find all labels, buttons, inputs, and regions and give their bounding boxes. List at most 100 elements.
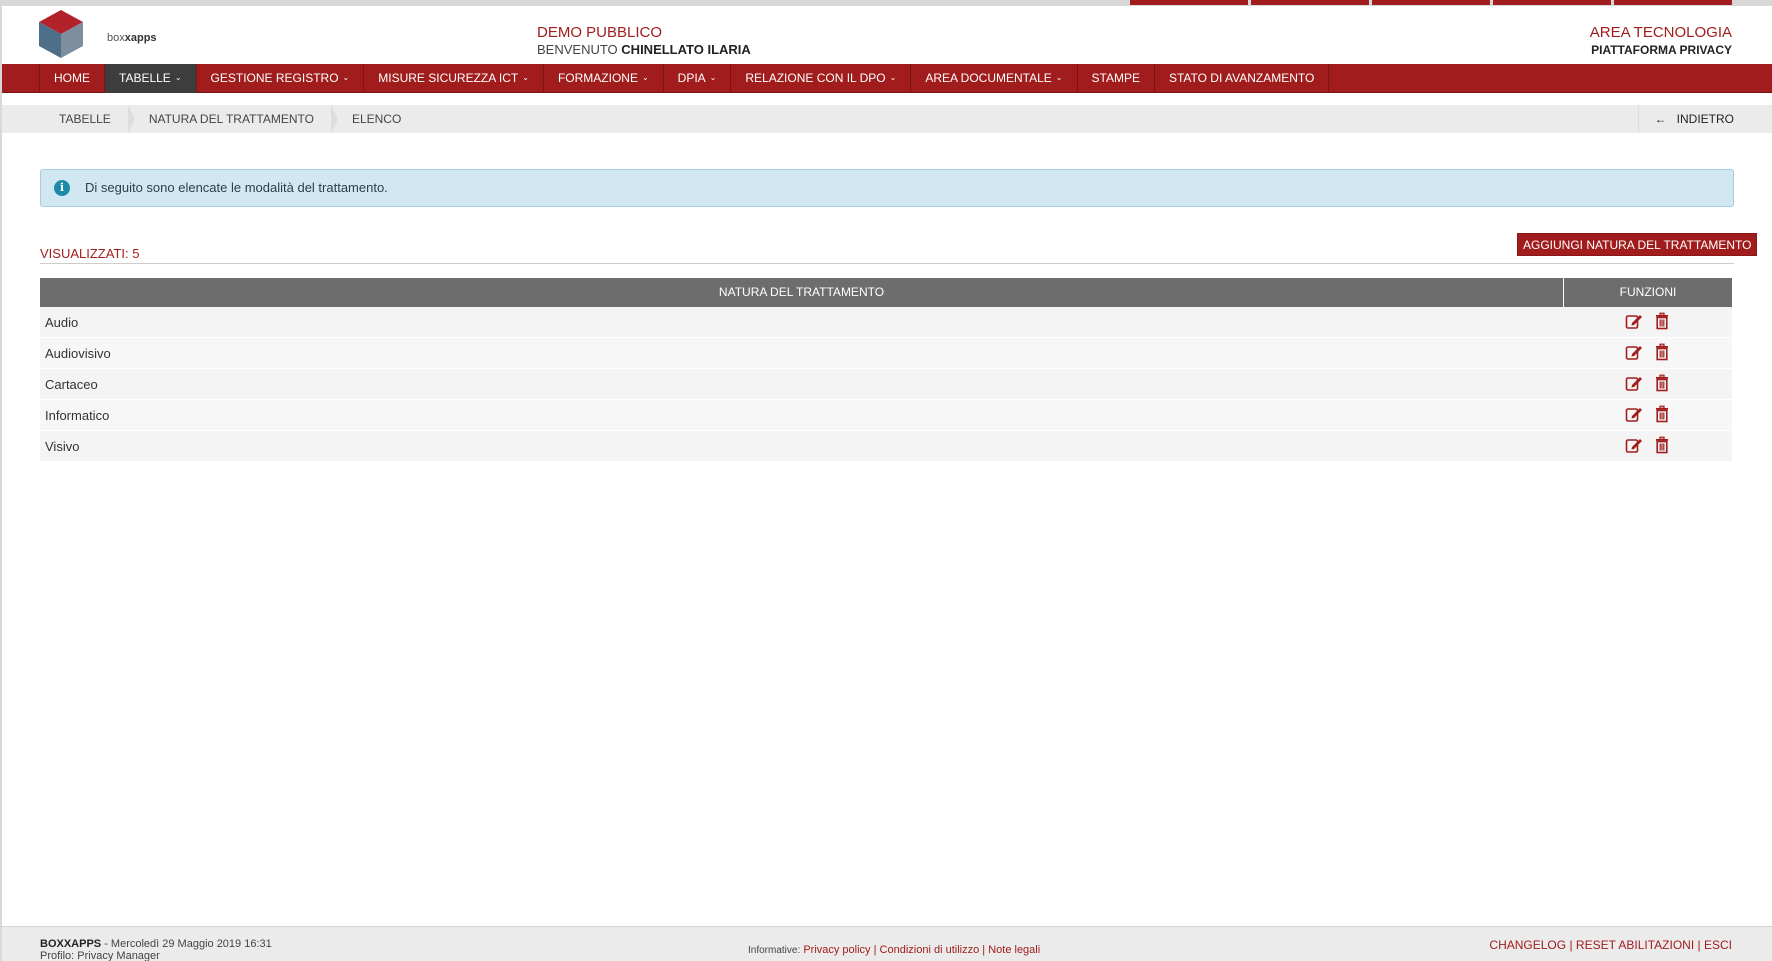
nav-item-label: DPIA — [677, 71, 706, 85]
row-actions — [1564, 307, 1732, 337]
nav-item-label: STAMPE — [1091, 71, 1140, 85]
nav-item-area-documentale[interactable]: AREA DOCUMENTALE ⌄ — [911, 64, 1078, 93]
user-name: CHINELLATO ILARIA — [621, 42, 751, 57]
table-body: Audio Audiovisivo Cartaceo Informatico Visiv… — [40, 307, 1732, 462]
chevron-down-icon: ⌄ — [174, 73, 182, 82]
table-row: Audiovisivo — [40, 338, 1732, 369]
row-name: Visivo — [45, 439, 80, 454]
reset-abilitazioni-link[interactable]: RESET ABILITAZIONI — [1576, 938, 1694, 952]
breadcrumb-item-tabelle[interactable]: TABELLE — [39, 105, 135, 133]
trash-icon[interactable] — [1653, 405, 1671, 426]
row-actions — [1564, 431, 1732, 461]
chevron-down-icon: ⌄ — [641, 73, 649, 82]
nav-item-home[interactable]: HOME — [40, 64, 105, 93]
nav-item-label: TABELLE — [119, 71, 171, 85]
footer-legal: Informative: Privacy policy | Condizioni… — [748, 944, 1041, 956]
edit-icon[interactable] — [1625, 343, 1643, 364]
table-row: Informatico — [40, 400, 1732, 431]
chevron-down-icon: ⌄ — [889, 73, 897, 82]
nav-item-gestione-registro[interactable]: GESTIONE REGISTRO ⌄ — [197, 64, 365, 93]
breadcrumb: TABELLE NATURA DEL TRATTAMENTO ELENCO — [39, 105, 419, 133]
nav-item-label: GESTIONE REGISTRO — [210, 71, 339, 85]
area-block: AREA TECNOLOGIA PIATTAFORMA PRIVACY — [1590, 24, 1732, 57]
nav-item-relazione-con-il-dpo[interactable]: RELAZIONE CON IL DPO ⌄ — [731, 64, 912, 93]
natura-table: NATURA DEL TRATTAMENTO FUNZIONI Audio Aud… — [40, 278, 1732, 462]
nav-item-tabelle[interactable]: TABELLE ⌄ — [105, 64, 197, 93]
welcome-line: BENVENUTO CHINELLATO ILARIA — [537, 42, 751, 57]
edit-icon[interactable] — [1625, 436, 1643, 457]
demo-title: DEMO PUBBLICO — [537, 24, 663, 41]
chevron-down-icon: ⌄ — [522, 73, 529, 82]
breadcrumb-bar: TABELLE NATURA DEL TRATTAMENTO ELENCO ← I… — [2, 105, 1772, 133]
row-name: Cartaceo — [45, 377, 98, 392]
row-name: Informatico — [45, 408, 110, 423]
privacy-policy-link[interactable]: Privacy policy — [803, 944, 870, 956]
footer-info-label: Informative: — [748, 945, 801, 956]
nav-item-dpia[interactable]: DPIA ⌄ — [664, 64, 732, 93]
trash-icon[interactable] — [1653, 374, 1671, 395]
cube-logo-icon — [39, 10, 83, 58]
row-actions — [1564, 400, 1732, 430]
column-header-funzioni: FUNZIONI — [1619, 285, 1677, 299]
nav-item-label: STATO DI AVANZAMENTO — [1168, 71, 1315, 85]
arrow-left-icon: ← — [1654, 112, 1667, 126]
edit-icon[interactable] — [1625, 374, 1643, 395]
nav-item-stato-di-avanzamento[interactable]: STATO DI AVANZAMENTO — [1155, 64, 1330, 93]
back-label: INDIETRO — [1676, 112, 1734, 126]
page: boxxapps DEMO PUBBLICO BENVENUTO CHINELL… — [0, 0, 1772, 961]
trash-icon[interactable] — [1653, 312, 1671, 333]
area-subtitle: PIATTAFORMA PRIVACY — [1591, 43, 1732, 57]
conditions-link[interactable]: Condizioni di utilizzo — [880, 944, 980, 956]
breadcrumb-item-elenco: ELENCO — [351, 112, 402, 126]
top-decor-tabs — [1130, 0, 1732, 5]
info-text: Di seguito sono elencate le modalità del… — [85, 180, 388, 195]
table-row: Cartaceo — [40, 369, 1732, 400]
table-row: Audio — [40, 307, 1732, 338]
breadcrumb-item-natura[interactable]: NATURA DEL TRATTAMENTO — [129, 105, 339, 133]
row-actions — [1564, 369, 1732, 399]
nav-item-label: RELAZIONE CON IL DPO — [745, 71, 886, 85]
demo-block: DEMO PUBBLICO BENVENUTO CHINELLATO ILARI… — [537, 24, 751, 57]
row-actions — [1564, 338, 1732, 368]
trash-icon[interactable] — [1653, 343, 1671, 364]
row-name: Audio — [45, 315, 79, 330]
info-icon: i — [54, 180, 70, 196]
nav-item-stampe[interactable]: STAMPE — [1078, 64, 1155, 93]
count-label: VISUALIZZATI: 5 — [40, 246, 140, 261]
nav-items: HOME TABELLE ⌄ GESTIONE REGISTRO ⌄ MISURE SIC… — [39, 64, 1330, 93]
main-nav: HOME TABELLE ⌄ GESTIONE REGISTRO ⌄ MISURE SIC… — [2, 64, 1772, 93]
table-header: NATURA DEL TRATTAMENTO FUNZIONI — [40, 278, 1732, 307]
chevron-down-icon: ⌄ — [342, 73, 350, 82]
nav-item-label: FORMAZIONE — [557, 71, 638, 85]
chevron-down-icon: ⌄ — [1055, 73, 1063, 82]
table-row: Visivo — [40, 431, 1732, 462]
nav-item-formazione[interactable]: FORMAZIONE ⌄ — [544, 64, 664, 93]
edit-icon[interactable] — [1625, 405, 1643, 426]
nav-item-label: AREA DOCUMENTALE — [925, 71, 1052, 85]
footer-datetime: - Mercoledì 29 Maggio 2019 16:31 — [101, 938, 272, 950]
welcome-prefix: BENVENUTO — [537, 42, 618, 57]
back-button[interactable]: ← INDIETRO — [1637, 105, 1772, 133]
nav-item-misure-sicurezza-ict[interactable]: MISURE SICUREZZA ICT ⌄ — [364, 64, 544, 93]
info-alert: i Di seguito sono elencate le modalità d… — [40, 169, 1734, 207]
footer-info: BOXXAPPS - Mercoledì 29 Maggio 2019 16:3… — [40, 938, 272, 961]
changelog-link[interactable]: CHANGELOG — [1489, 938, 1566, 952]
row-name: Audiovisivo — [45, 346, 111, 361]
area-title: AREA TECNOLOGIA — [1589, 24, 1732, 41]
chevron-down-icon: ⌄ — [709, 73, 717, 82]
trash-icon[interactable] — [1653, 436, 1671, 457]
footer-company: BOXXAPPS — [40, 938, 102, 950]
add-natura-button[interactable]: AGGIUNGI NATURA DEL TRATTAMENTO — [1517, 233, 1758, 256]
footer-profile: Profilo: Privacy Manager — [40, 950, 160, 961]
footer-actions: CHANGELOG | RESET ABILITAZIONI | ESCI — [1489, 938, 1732, 952]
edit-icon[interactable] — [1625, 312, 1643, 333]
legal-notes-link[interactable]: Note legali — [988, 944, 1040, 956]
esci-link[interactable]: ESCI — [1704, 938, 1732, 952]
divider — [40, 263, 1734, 264]
column-header-natura: NATURA DEL TRATTAMENTO — [40, 278, 1564, 307]
header: boxxapps DEMO PUBBLICO BENVENUTO CHINELL… — [2, 6, 1772, 64]
nav-item-label: HOME — [54, 71, 90, 85]
nav-item-label: MISURE SICUREZZA ICT — [378, 71, 519, 85]
footer: BOXXAPPS - Mercoledì 29 Maggio 2019 16:3… — [2, 926, 1772, 961]
boxxapps-logo[interactable]: boxxapps — [37, 8, 157, 62]
